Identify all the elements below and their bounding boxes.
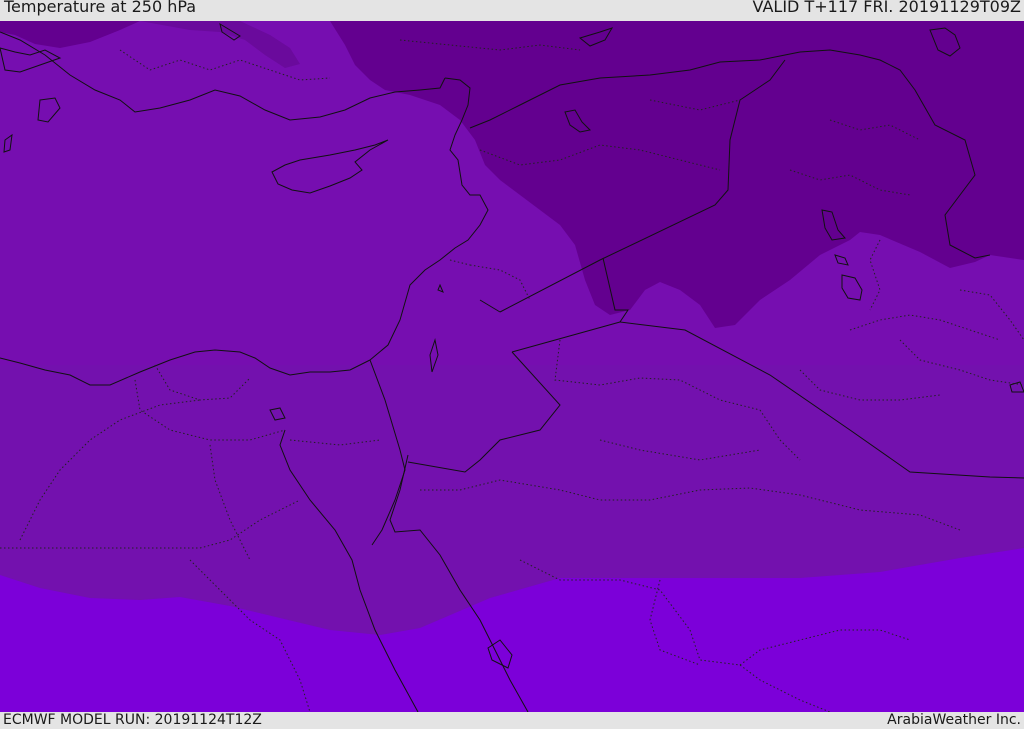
temperature-map (0, 21, 1024, 712)
map-title: Temperature at 250 hPa (4, 0, 197, 16)
map-canvas (0, 21, 1024, 712)
brand-credit: ArabiaWeather Inc. (887, 712, 1021, 728)
model-run: ECMWF MODEL RUN: 20191124T12Z (3, 712, 262, 728)
footer-bar: ECMWF MODEL RUN: 20191124T12Z ArabiaWeat… (0, 712, 1024, 729)
header-bar: Temperature at 250 hPa VALID T+117 FRI. … (0, 0, 1024, 21)
valid-time: VALID T+117 FRI. 20191129T09Z (752, 0, 1021, 16)
